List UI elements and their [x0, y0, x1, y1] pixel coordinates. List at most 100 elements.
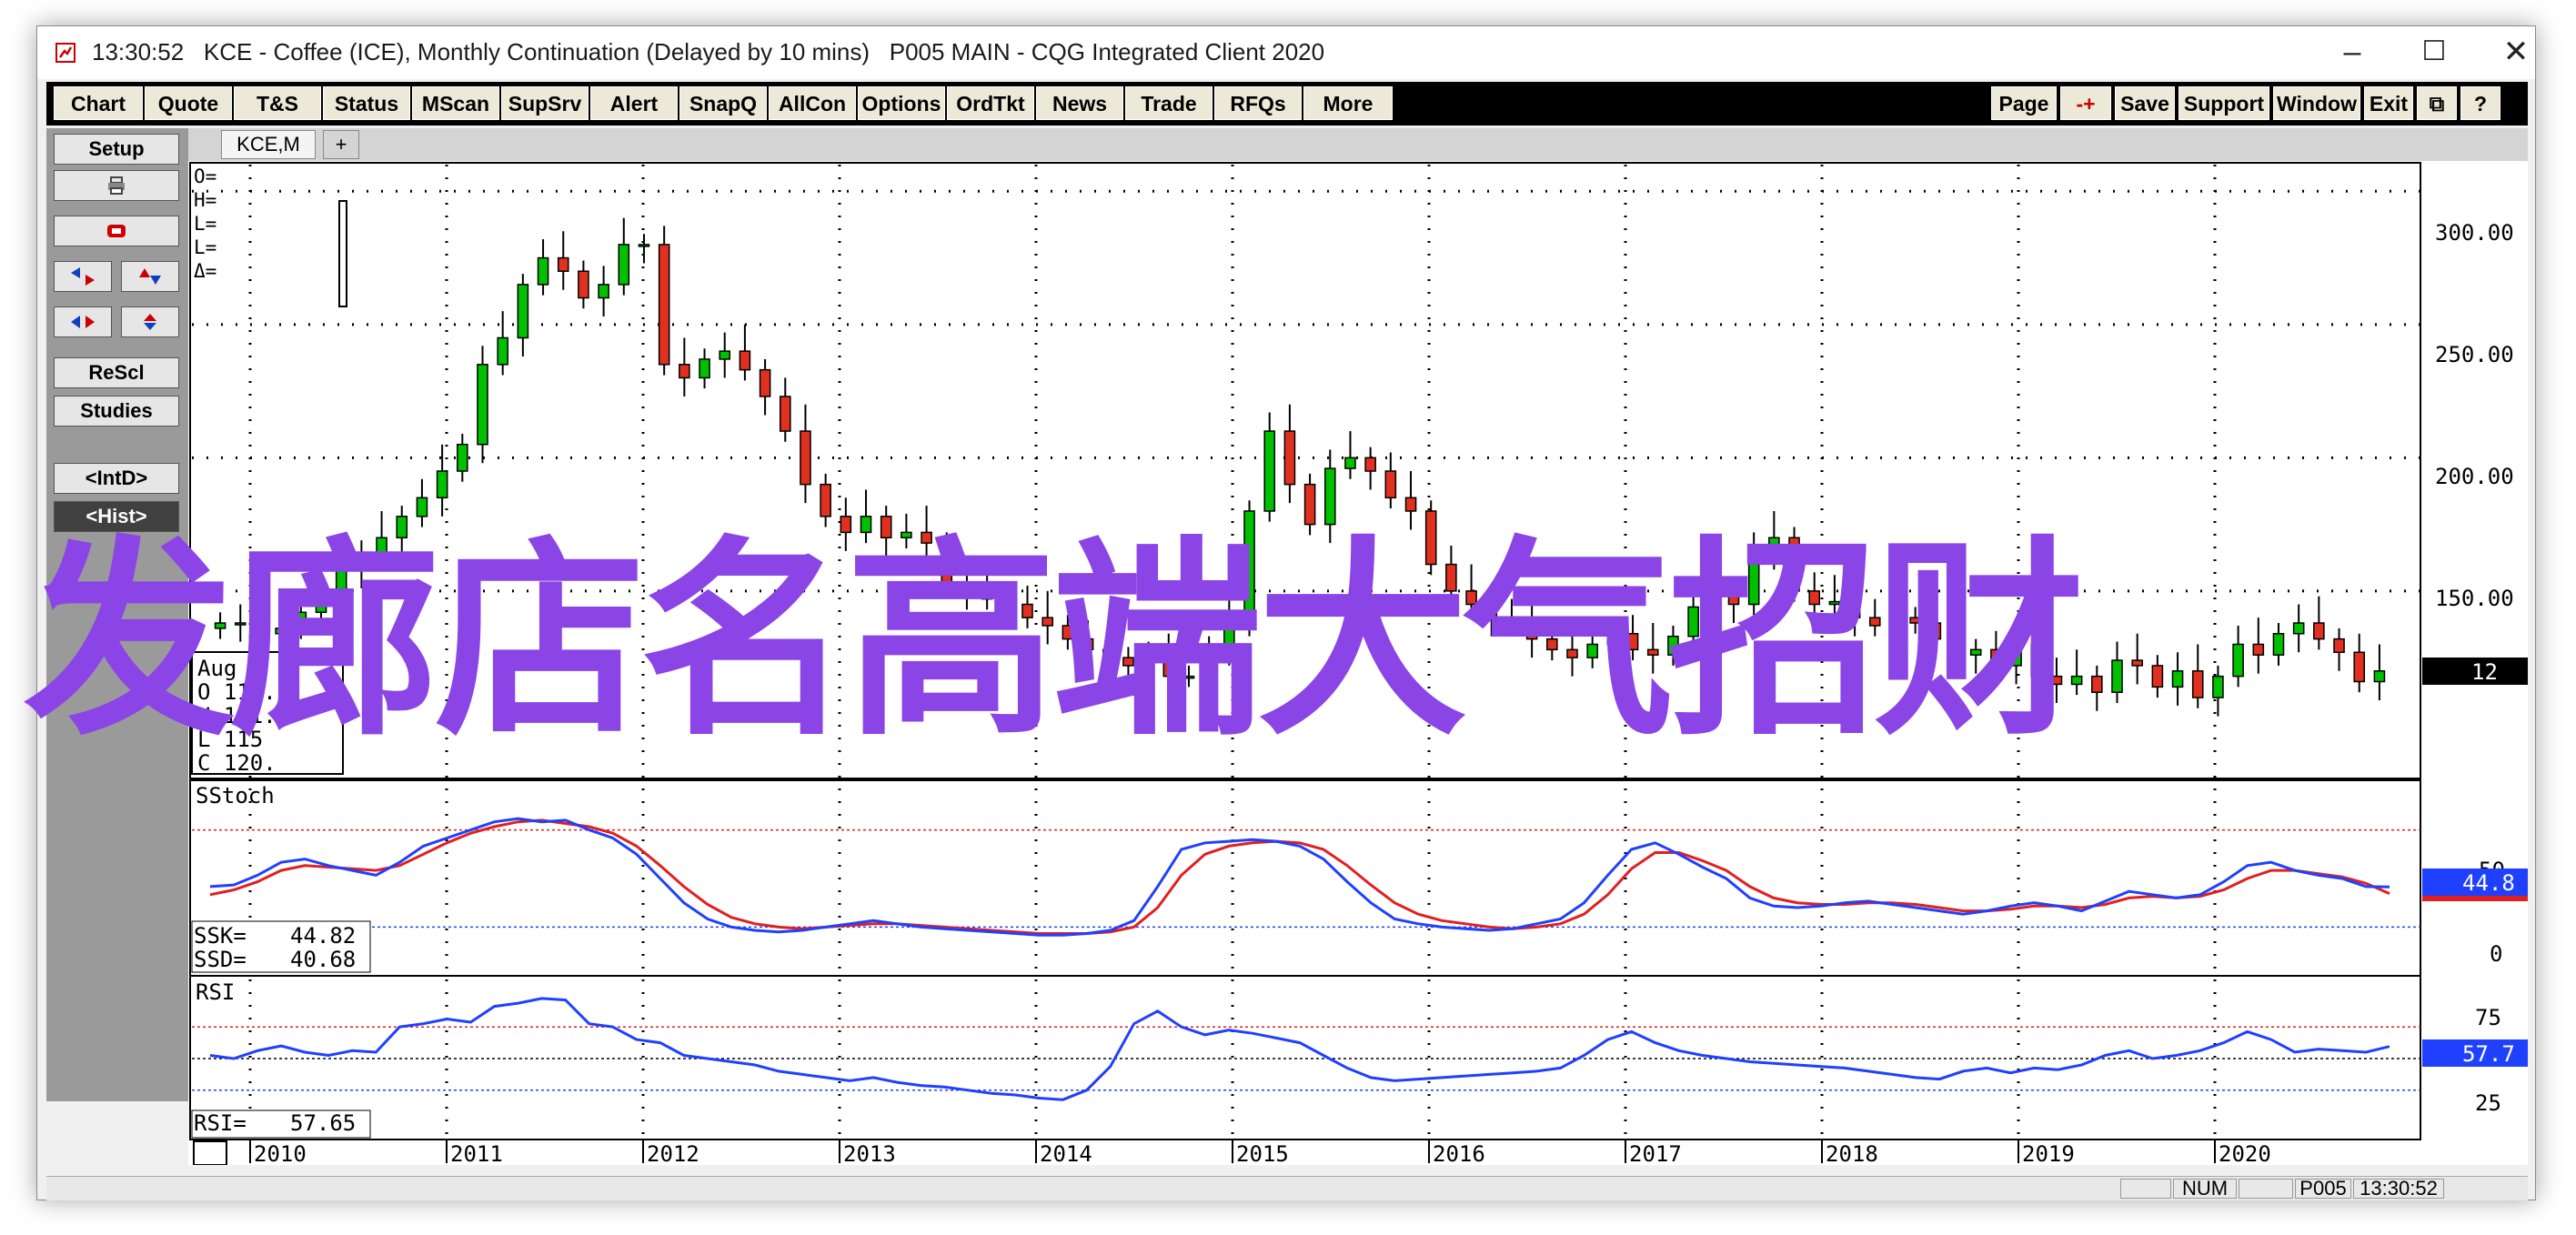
rsi-line: [209, 997, 2390, 1101]
stoch-title: SStoch: [196, 783, 275, 808]
status-page: P005: [2295, 1179, 2351, 1199]
ssd-line: [209, 818, 2390, 935]
menu-trade[interactable]: Trade: [1125, 86, 1213, 120]
app-icon: [55, 43, 75, 63]
date-label-2017: 2017: [1629, 1141, 1682, 1165]
date-label-2013: 2013: [843, 1141, 896, 1165]
scroll-vertical-button[interactable]: [121, 261, 179, 292]
scroll-left-button[interactable]: [54, 261, 112, 292]
expand-button[interactable]: [121, 306, 179, 337]
menu-status[interactable]: Status: [323, 86, 410, 120]
ssk-label: SSK=: [194, 923, 247, 949]
candle-body: [477, 364, 488, 446]
ssk-value: 44.82: [290, 923, 356, 949]
menu-quote[interactable]: Quote: [145, 86, 232, 120]
candle-body: [517, 284, 529, 339]
status-num: NUM: [2173, 1179, 2237, 1199]
menu-allcon[interactable]: AllCon: [769, 86, 856, 120]
compress-button[interactable]: [54, 306, 112, 337]
menu-mscan[interactable]: MScan: [412, 86, 499, 120]
minimize-button[interactable]: –: [2311, 26, 2393, 79]
date-label-2015: 2015: [1236, 1141, 1289, 1165]
studies-button[interactable]: Studies: [54, 396, 179, 427]
menu-ordtkt[interactable]: OrdTkt: [947, 86, 1034, 120]
stoch-tick-0: 0: [2490, 941, 2502, 967]
date-label-2019: 2019: [2022, 1141, 2075, 1165]
menu-news[interactable]: News: [1036, 86, 1123, 120]
menu-options[interactable]: Options: [858, 86, 945, 120]
candle-body: [618, 244, 630, 286]
date-label-2011: 2011: [450, 1141, 503, 1165]
rescale-button[interactable]: ReScl: [54, 357, 179, 388]
candle-body: [598, 284, 609, 299]
date-label-2014: 2014: [1040, 1141, 1092, 1165]
menu-more[interactable]: More: [1303, 86, 1393, 120]
tab-kce[interactable]: KCE,M: [221, 130, 316, 159]
menu-support[interactable]: Support: [2179, 86, 2269, 120]
candle-body: [497, 336, 508, 366]
candle-body: [1344, 457, 1356, 469]
candle-body: [557, 256, 569, 272]
menu-ts[interactable]: T&S: [234, 86, 321, 120]
status-time: 13:30:52: [2353, 1179, 2444, 1199]
ssd-value: 40.68: [290, 947, 356, 972]
status-bar: NUM P005 13:30:52: [46, 1176, 2528, 1200]
menu-bar: Chart Quote T&S Status MScan SupSrv Aler…: [46, 82, 2528, 126]
ohlc-last: L=: [194, 236, 216, 258]
menu-rfqs[interactable]: RFQs: [1214, 86, 1302, 120]
overlay-text: 发廊店名高端大气招财: [24, 518, 2085, 764]
link-button[interactable]: [54, 216, 179, 246]
candle-body: [759, 368, 771, 397]
ohlc-high: H=: [194, 189, 216, 211]
chart-tabs: KCE,M +: [188, 128, 2528, 161]
print-icon: [108, 176, 125, 195]
ssk-line: [209, 817, 2390, 937]
arrows-vertical-icon: [139, 268, 161, 285]
stochastic-lines: [209, 817, 2390, 937]
print-button[interactable]: [54, 170, 179, 201]
title-time: 13:30:52: [92, 38, 185, 65]
close-button[interactable]: ✕: [2475, 26, 2557, 79]
price-tick-250: 250.00: [2435, 342, 2514, 367]
title-symbol: KCE - Coffee (ICE), Monthly Continuation…: [203, 38, 870, 65]
stoch-current-text: 44.8: [2462, 870, 2515, 896]
menu-chart[interactable]: Chart: [54, 86, 143, 120]
candle-body: [1263, 430, 1276, 512]
price-tick-300: 300.00: [2435, 220, 2514, 246]
help-button[interactable]: ?: [2460, 86, 2501, 120]
date-label-2012: 2012: [647, 1141, 699, 1165]
axis-scroll-box[interactable]: [193, 1140, 227, 1165]
candle-body: [779, 396, 791, 432]
window-title: 13:30:52 KCE - Coffee (ICE), Monthly Con…: [92, 38, 1324, 66]
intraday-button[interactable]: <IntD>: [54, 463, 179, 494]
menu-snapq[interactable]: SnapQ: [679, 86, 767, 120]
menu-exit[interactable]: Exit: [2364, 86, 2413, 120]
restore-icon[interactable]: ⧉: [2417, 86, 2457, 120]
menu-supsrv[interactable]: SupSrv: [501, 86, 589, 120]
add-tab-button[interactable]: +: [323, 130, 359, 159]
setup-button[interactable]: Setup: [54, 134, 179, 165]
rsi-label: RSI=: [194, 1110, 247, 1136]
menu-alert[interactable]: Alert: [590, 86, 678, 120]
menu-save[interactable]: Save: [2115, 86, 2175, 120]
date-axis: 2010 2011 2012 2013 2014 2015 2016 2017 2018 2019…: [193, 1140, 2271, 1165]
date-label-2020: 2020: [2219, 1141, 2271, 1165]
arrows-horizontal-icon: [71, 267, 95, 286]
ohlc-delta: Δ=: [194, 260, 216, 282]
price-tick-200: 200.00: [2435, 464, 2514, 489]
candle-body: [739, 350, 751, 371]
candle-body: [436, 470, 448, 499]
menu-page[interactable]: Page: [1991, 86, 2057, 120]
rsi-lines: [209, 997, 2390, 1101]
candle-body: [1364, 457, 1376, 472]
candle-body: [578, 270, 589, 299]
maximize-button[interactable]: ☐: [2393, 26, 2475, 79]
link-icon: [107, 225, 126, 237]
title-page: P005 MAIN - CQG Integrated Client 2020: [889, 38, 1325, 65]
rsi-tick-25: 25: [2475, 1090, 2501, 1116]
rsi-tick-75: 75: [2475, 1005, 2501, 1030]
menu-window[interactable]: Window: [2273, 86, 2360, 120]
menu-plus-minus[interactable]: -+: [2060, 86, 2111, 120]
date-label-2018: 2018: [1826, 1141, 1878, 1165]
ssd-label: SSD=: [194, 947, 247, 972]
